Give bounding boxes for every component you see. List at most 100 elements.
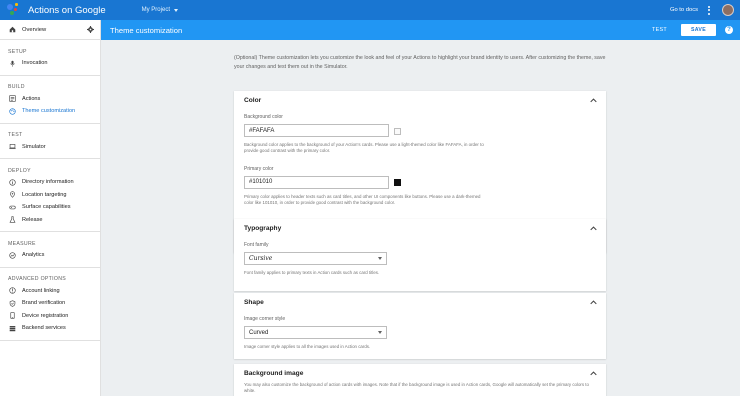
section-title-test: TEST xyxy=(8,132,23,138)
page-title: Theme customization xyxy=(110,25,183,35)
laptop-icon xyxy=(9,144,16,150)
sidebar-item-label: Surface capabilities xyxy=(22,204,71,211)
storage-icon xyxy=(9,325,16,331)
sidebar-divider xyxy=(0,231,100,232)
shape-card-header[interactable]: Shape xyxy=(234,293,606,311)
info-icon xyxy=(9,179,16,186)
dropdown-arrow-icon xyxy=(378,331,382,334)
sidebar-divider xyxy=(0,266,100,268)
sidebar-item-label: Simulator xyxy=(22,143,46,150)
section-title-advanced-options: ADVANCED OPTIONS xyxy=(8,276,67,282)
sidebar-item-label: Brand verification xyxy=(22,300,66,307)
chevron-up-icon[interactable] xyxy=(590,370,597,376)
primary-color-label: Primary color xyxy=(244,165,274,172)
project-selector[interactable]: My Project xyxy=(142,7,178,13)
sidebar-item-release[interactable]: Release xyxy=(0,214,100,227)
sidebar-item-label: Invocation xyxy=(22,60,48,67)
select-value: Cursive xyxy=(249,255,273,262)
sidebar-item-analytics[interactable]: Analytics xyxy=(0,249,100,262)
sidebar-item-label: Analytics xyxy=(22,252,45,259)
background-image-help: You may also customize the background of… xyxy=(244,382,589,394)
sidebar-item-label: Actions xyxy=(22,95,41,102)
section-title-setup: SETUP xyxy=(8,48,27,55)
help-icon[interactable]: ? xyxy=(725,26,733,34)
sidebar-item-backend-services[interactable]: Backend services xyxy=(0,322,100,335)
gear-icon[interactable] xyxy=(87,26,94,33)
sidebar-item-overview[interactable]: Overview xyxy=(0,20,100,40)
chevron-up-icon[interactable] xyxy=(590,299,597,305)
image-corner-style-label: Image corner style xyxy=(244,316,286,322)
sidebar-item-location-targeting[interactable]: Location targeting xyxy=(0,189,100,202)
sidebar-item-account-linking[interactable]: Account linking xyxy=(0,285,100,298)
sidebar-item-actions[interactable]: Actions xyxy=(0,93,100,106)
background-image-card-header[interactable]: Background image xyxy=(234,364,606,382)
sidebar-item-simulator[interactable]: Simulator xyxy=(0,141,100,154)
primary-color-swatch[interactable] xyxy=(394,179,401,187)
image-corner-style-select[interactable]: Curved xyxy=(244,326,387,339)
select-value: Curved xyxy=(249,329,269,336)
sidebar-item-invocation[interactable]: Invocation xyxy=(0,57,100,70)
sidebar-item-device-registration[interactable]: Device registration xyxy=(0,310,100,323)
chevron-up-icon[interactable] xyxy=(590,225,597,231)
intro-text: (Optional) Theme customization lets you … xyxy=(234,55,606,70)
link-icon xyxy=(9,287,16,294)
sidebar-item-label: Overview xyxy=(22,26,47,33)
more-vert-icon[interactable] xyxy=(708,5,710,15)
sidebar-item-directory-information[interactable]: Directory information xyxy=(0,176,100,189)
font-family-help: Font family applies to primary texts in … xyxy=(244,270,380,275)
sidebar-divider xyxy=(0,339,100,341)
location-icon xyxy=(10,191,15,198)
typography-card-header[interactable]: Typography xyxy=(234,219,606,237)
typography-card: Typography Font family Cursive Font fami… xyxy=(234,219,606,291)
sidebar-item-label: Release xyxy=(22,216,43,223)
flask-icon xyxy=(9,216,16,223)
shape-card: Shape Image corner style Curved Image co… xyxy=(234,293,606,359)
font-family-label: Font family xyxy=(244,242,269,248)
mic-icon xyxy=(10,60,15,67)
project-name: My Project xyxy=(141,7,170,13)
sidebar-divider xyxy=(0,158,100,159)
sidebar-item-surface-capabilities[interactable]: Surface capabilities xyxy=(0,201,100,214)
dropdown-arrow-icon xyxy=(378,257,382,260)
test-button[interactable]: TEST xyxy=(652,27,667,33)
home-icon xyxy=(9,26,16,33)
sidebar-item-label: Account linking xyxy=(22,287,60,294)
palette-icon xyxy=(9,108,16,115)
sidebar-item-label: Theme customization xyxy=(22,108,76,115)
sidebar-item-brand-verification[interactable]: Brand verification xyxy=(0,297,100,310)
input-value: #FAFAFA xyxy=(249,127,275,134)
background-color-help: Background color applies to the backgrou… xyxy=(244,142,484,154)
go-to-docs-link[interactable]: Go to docs xyxy=(670,7,698,13)
avatar[interactable] xyxy=(722,4,734,16)
section-title-measure: MEASURE xyxy=(8,240,36,247)
analytics-icon xyxy=(9,252,16,259)
chevron-up-icon[interactable] xyxy=(590,97,597,103)
card-title: Typography xyxy=(244,224,282,232)
save-button[interactable]: SAVE xyxy=(681,24,716,36)
phone-icon xyxy=(10,312,15,320)
input-value: #101010 xyxy=(249,179,273,186)
sidebar-item-label: Directory information xyxy=(22,179,74,186)
color-card-header[interactable]: Color xyxy=(234,91,606,109)
background-color-label: Background color xyxy=(244,114,283,120)
page-header: Theme customization TEST SAVE ? xyxy=(101,20,740,40)
background-color-swatch[interactable] xyxy=(394,127,401,135)
background-color-input[interactable]: #FAFAFA xyxy=(244,124,401,137)
section-title-build: BUILD xyxy=(8,84,25,90)
main-content: (Optional) Theme customization lets you … xyxy=(234,40,606,396)
brand-title[interactable]: Actions on Google xyxy=(28,5,106,16)
background-image-card: Background image You may also customize … xyxy=(234,364,606,396)
sidebar-item-label: Backend services xyxy=(22,325,66,332)
sidebar-item-theme-customization[interactable]: Theme customization xyxy=(0,105,100,118)
card-title: Background image xyxy=(244,369,304,377)
left-sidebar: Overview SETUP Invocation BUILD Actions … xyxy=(0,20,101,396)
primary-color-help: Primary color applies to header texts su… xyxy=(244,193,481,206)
image-corner-style-help: Image corner style applies to all the im… xyxy=(244,344,371,349)
font-family-select[interactable]: Cursive xyxy=(244,252,387,265)
sidebar-divider xyxy=(0,122,100,124)
primary-color-input[interactable]: #101010 xyxy=(244,175,401,189)
sidebar-divider xyxy=(0,74,100,76)
sidebar-item-label: Device registration xyxy=(22,312,69,319)
top-app-bar: Actions on Google My Project Go to docs xyxy=(0,0,740,20)
devices-icon xyxy=(9,205,16,209)
